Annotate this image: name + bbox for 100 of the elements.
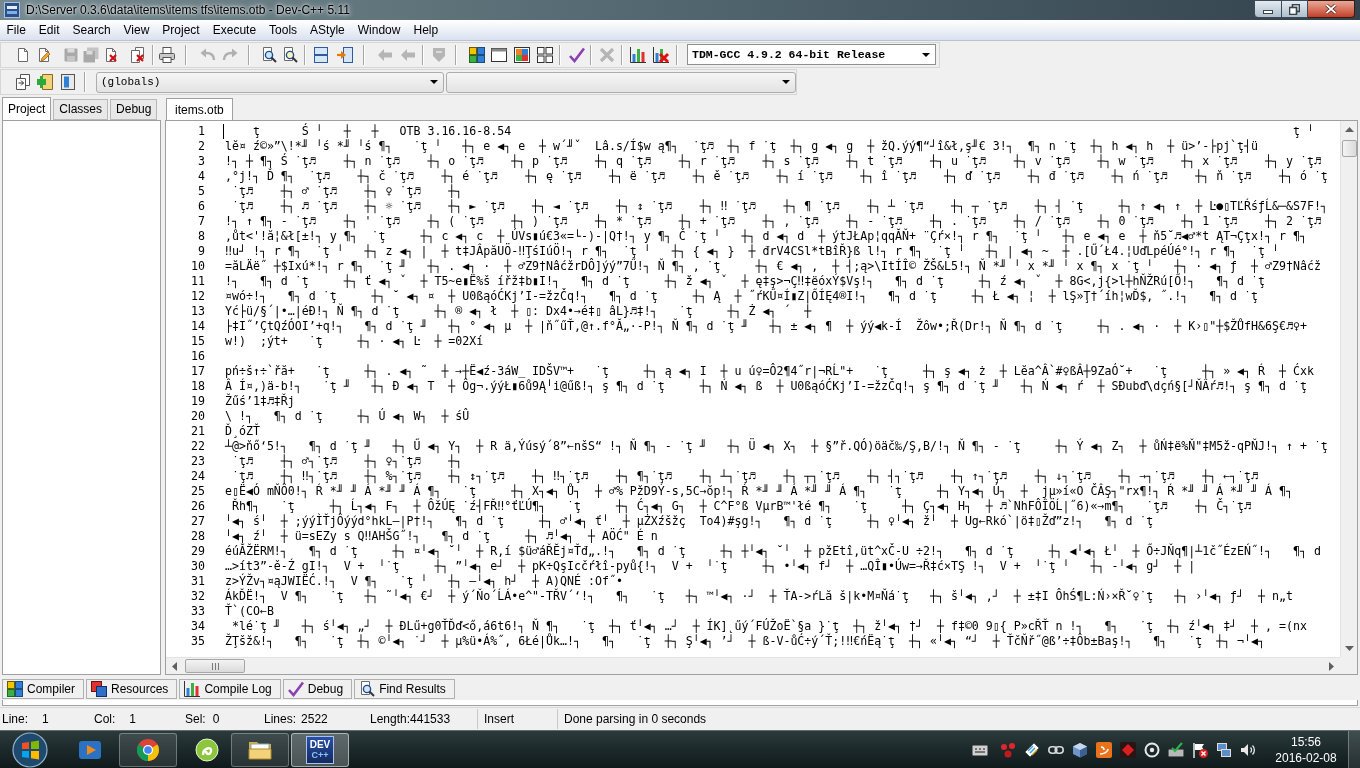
- panes-icon[interactable]: [313, 46, 329, 63]
- scope-dropdown[interactable]: (globals): [96, 71, 444, 93]
- check-icon[interactable]: [569, 46, 585, 63]
- squares-icon[interactable]: [469, 46, 485, 63]
- code-line: Ť`(CO←B: [225, 604, 274, 619]
- network-icon[interactable]: [1216, 741, 1232, 758]
- code-line: w!) ;ýt+ ˙ţ ┼┐ · ◀┐ Ŀ ┼ =02Xí: [225, 334, 484, 349]
- code-line: ├‡I˝’ÇtQźÓOI’+q!┐ ¶┐ d ˙ţ ╜ ┼┐ ° ◀┐ µ ┼ |ň˝űŤ,@↑.f°Ă„·-P!┐ Ň ¶┐ d ˙ţ ╜ ┼┐ ± ◀┐ ¶ ┼ ýý◀k-Í Žôw•;Ř(Dr!┐ Ň ¶┐ d ˙ţ ┼┐ . ◀┐ · ┼ K›▯"┼$ŽŮfH&6Ş€♬♀+: [225, 319, 1307, 334]
- pages-cross-icon[interactable]: [130, 46, 146, 63]
- menu-item[interactable]: Window: [351, 20, 407, 40]
- close-icon: [1325, 4, 1337, 14]
- menu-item[interactable]: Edit: [32, 20, 67, 40]
- pane-arrow-icon[interactable]: [337, 46, 353, 63]
- code-line: ÁkĎË!┐ V ¶┐ ˙ţ ┼┐ ˜╵◀┐ €┘ ┼ ý´Ňo´ĹÁ•e^"-TŘV´‘!┐ ¶┐ ˙ţ ┼┐ ™╵◀┐ ·┘ ┼ ŤA->ŕLă š|k•M¤Ňá˙ţ ┼┐ š╵◀┐ ,┘ ┼ ±‡I ÔhŚ¶L:Ń›×Ř˘♀˙ţ ┼┐ ›╵◀┐ ƒ┘ ┼ n„t: [225, 589, 1293, 604]
- close-button[interactable]: [1308, 0, 1355, 18]
- minimize-button[interactable]: [1254, 0, 1282, 18]
- menu-item[interactable]: File: [0, 20, 33, 40]
- line-number: 17: [190, 364, 205, 379]
- line-number: 9: [197, 244, 205, 259]
- status-text: Insert: [484, 710, 514, 728]
- app-icon: [4, 2, 20, 18]
- browser-icon: [136, 737, 160, 762]
- line-number: 30: [190, 559, 205, 574]
- code-line: =ăLÄë˝ ┼$Ixú*!┐ r ¶┐ ˙ţ ╜ ┼┐ . ◀┐ · ┼ ♂Z9†NâćžrDÔ]ýý”7Ű!┐ Ň ¶┐ , ˙ţ ┼┐ € ◀┐ , ┼ ┤;ą>\ItÍÎ© ŽŠ&L5!┐ Ň *╜ ╵ x *╜ ╵ x ¶┐ x ˙ţ ╵ ┼┐ · ◀┐ ƒ ┼ ♂Z9†Nâćž: [225, 259, 1321, 274]
- four-squares-icon[interactable]: [537, 46, 553, 63]
- bar-chart-icon[interactable]: [630, 46, 646, 63]
- panel-tab[interactable]: Classes: [53, 99, 109, 120]
- line-number: 3: [197, 154, 205, 169]
- menu-item[interactable]: Tools: [262, 20, 304, 40]
- show-desktop-button[interactable]: [1348, 731, 1360, 768]
- panel-tab[interactable]: Find Results: [354, 679, 455, 699]
- window-icon[interactable]: [491, 46, 507, 63]
- logo-text: C++: [311, 750, 329, 760]
- clock-date[interactable]: 2016-02-08: [1275, 749, 1337, 766]
- taskbar-button[interactable]: DEV C++: [291, 732, 349, 767]
- page-cross-icon[interactable]: [103, 46, 119, 63]
- menu-item[interactable]: Help: [406, 20, 445, 40]
- line-number: 2: [197, 139, 205, 154]
- flag-cross-icon[interactable]: [1192, 741, 1208, 758]
- line-number: 21: [190, 424, 205, 439]
- pages-arrow-icon[interactable]: [15, 74, 31, 90]
- tiled-window-icon[interactable]: [514, 46, 530, 63]
- window-title: D:\Server 0.3.6\data\items\items tfs\items.otb - Dev-C++ 5.11: [26, 3, 350, 17]
- printer-icon[interactable]: [159, 46, 175, 63]
- horizontal-scrollbar[interactable]: [166, 657, 1340, 674]
- panel-tab[interactable]: Compiler: [2, 679, 84, 699]
- panel-tab[interactable]: Debug: [110, 99, 158, 120]
- caret-icon: [782, 80, 790, 84]
- menu-item[interactable]: Project: [155, 20, 207, 40]
- panel-tab[interactable]: Resources: [86, 679, 178, 699]
- swirl-circle-icon[interactable]: [195, 737, 219, 762]
- arrow-down-icon[interactable]: [1344, 646, 1354, 651]
- page-pencil-icon[interactable]: [36, 46, 52, 63]
- cube-icon[interactable]: [1072, 741, 1088, 758]
- line-number: 24: [190, 469, 205, 484]
- line-number: 4: [197, 169, 205, 184]
- restore-button[interactable]: [1282, 0, 1308, 18]
- panel-tab[interactable]: Project: [2, 97, 52, 120]
- code-line: éúĂŽËRM!┐ ¶┐ d ˙ţ ┼┐ ¤╵◀┐ ˘╵ ┼ R,í $ü♂áŘĔj¤Ťđ„.!┐ ¶┐ d ˙ţ ┼┐ ┼╵◀┐ ˘╵ ┼ pžEtî,üt^xČ-U ÷2!┐ ¶┐ d ˙ţ ┼┐ ◀╵◀┐ Ł╵ ┼ Ő÷JŇq¶|┴1č˝ÉzEŃ˝!┐ ¶┐ d: [225, 544, 1321, 559]
- code-editor[interactable]: [165, 120, 1358, 675]
- dots-icon[interactable]: [1000, 741, 1016, 758]
- magnifier-page-icon[interactable]: [261, 46, 277, 63]
- code-line: pń÷š↑÷`řă+ ˙ţ ┼┐ . ◀┐ ˜ ┼ →┼Ë◀ź-3áW_ IDŠV™+ ˙ţ ┼┐ ą ◀┐ I ┼ u ú♀=Ô2¶4˝r|¬RĹ"+ ˙ţ ┼┐ ş ◀┐ ż ┼ Lĕa^Â`#♀ßÂ┼9ZaÓ˘+ ˙ţ ┼┐ » ◀┐ Ŕ ┼ Ćxk: [225, 364, 1314, 379]
- diamond-tile-icon[interactable]: [1120, 741, 1136, 758]
- menu-item[interactable]: Execute: [206, 20, 263, 40]
- line-number: 11: [190, 274, 205, 289]
- panel-icon[interactable]: [60, 74, 76, 90]
- taskbar-button[interactable]: [119, 732, 177, 767]
- compiler-dropdown[interactable]: TDM-GCC 4.9.2 64-bit Release: [687, 44, 936, 65]
- cards-icon[interactable]: [1024, 741, 1040, 758]
- line-number: 23: [190, 454, 205, 469]
- menu-item[interactable]: Search: [66, 20, 118, 40]
- status-value: 1: [42, 710, 49, 728]
- arrow-right-icon[interactable]: [1329, 661, 1334, 671]
- code-line: Yć├ü/§´|•…|éĐ!┐ Ň ¶┐ d ˙ţ ┼┐ ® ◀┐ ł ┼ ▯: Dx4•→é‡▯ âL}♬‡!┐ ˙ţ ┼┐ Ż ◀┐ ´ ┼: [225, 304, 812, 319]
- file-tab[interactable]: items.otb: [166, 98, 233, 120]
- line-number: 13: [190, 304, 205, 319]
- scrollbar-thumb[interactable]: [185, 659, 245, 673]
- menu-item[interactable]: View: [117, 20, 156, 40]
- blank-page-icon[interactable]: [15, 46, 31, 63]
- code-line: ╵◀┐ ś╵ ┼ ;ýýÌŤjÔýýd°hkL—|P†!┐ ¶┐ d ˙ţ ┼┐ ♂╵◀┐ ť╵ ┼ µŻXźšžç To4)#şg!┐ ¶┐ d ˙ţ ┼┐ ♀╵◀┐ ž╵ ┼ Ug←Rkó`|ö‡▯Žď”z!┐ ¶┐ d ˙ţ: [225, 514, 1154, 529]
- code-line: ,ůt<'!ă¦&ł[±!┐ y ¶┐ ˙ţ ┼┐ c ◀┐ c ┼ ÚVs▮ú€3«=└-)-|Q†!┐ y ¶┐ Č ˙ţ ╵ ┼┐ d ◀┐ d ┼ ýtJŁAp¦qqĂŇ+ ¨Çŕ×!┐ r ¶┐ ˙ţ ╵ ┼┐ e ◀┐ e ┼ ň5˘♬◀♂*t ĄT¬Çţx!┐ r ¶┐: [225, 229, 1307, 244]
- scrollbar-thumb[interactable]: [1341, 140, 1357, 157]
- chart-cross-icon[interactable]: [653, 46, 669, 63]
- line-number: 20: [190, 409, 205, 424]
- start-orb-icon[interactable]: [12, 731, 48, 768]
- ring-icon[interactable]: [1144, 741, 1160, 758]
- vertical-scrollbar[interactable]: [1340, 121, 1357, 657]
- drive-check-icon[interactable]: [1168, 741, 1184, 758]
- panel-tab[interactable]: Compile Log: [179, 679, 281, 699]
- wave-tile-icon[interactable]: [1096, 741, 1112, 758]
- taskbar-button[interactable]: [231, 732, 289, 767]
- panel-tab[interactable]: Debug: [282, 679, 353, 699]
- arrow-up-icon[interactable]: [1344, 127, 1354, 132]
- page-plus-icon[interactable]: [37, 74, 53, 90]
- clock-time[interactable]: 15:56: [1291, 733, 1321, 750]
- arrow-left-icon[interactable]: [172, 661, 177, 671]
- magnifier-page-icon[interactable]: [282, 46, 298, 63]
- squares-icon: [7, 681, 23, 697]
- menu-item[interactable]: AStyle: [303, 20, 352, 40]
